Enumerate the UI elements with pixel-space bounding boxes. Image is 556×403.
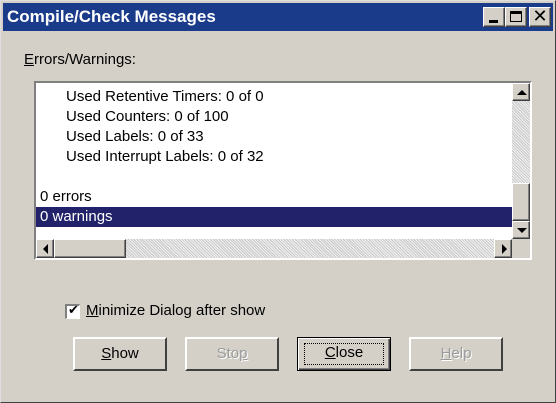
horizontal-scrollbar[interactable] — [36, 239, 512, 258]
arrow-left-icon — [43, 244, 48, 254]
close-button[interactable]: Close — [297, 337, 391, 371]
minimize-icon — [489, 20, 498, 23]
maximize-button[interactable] — [505, 7, 527, 27]
vertical-scrollbar[interactable] — [512, 83, 530, 239]
checkmark-icon: ✔ — [68, 303, 79, 318]
arrow-down-icon — [517, 228, 527, 233]
scroll-right-button[interactable] — [494, 239, 512, 258]
list-item-warnings-selected[interactable]: 0 warnings — [36, 207, 514, 227]
vertical-scroll-thumb[interactable] — [512, 183, 530, 221]
title-bar[interactable]: Compile/Check Messages ✕ — [3, 3, 553, 31]
show-button[interactable]: Show — [73, 337, 167, 371]
scroll-up-button[interactable] — [512, 83, 530, 101]
close-window-button[interactable]: ✕ — [529, 7, 551, 27]
messages-lines: Used Retentive Timers: 0 of 0 Used Count… — [36, 87, 514, 227]
maximize-icon — [510, 11, 522, 22]
horizontal-scroll-thumb[interactable] — [54, 239, 126, 258]
minimize-checkbox[interactable]: ✔ — [65, 303, 80, 319]
list-item[interactable]: Used Labels: 0 of 33 — [36, 127, 514, 147]
arrow-up-icon — [517, 90, 527, 95]
minimize-button[interactable] — [483, 7, 505, 27]
list-item[interactable]: Used Interrupt Labels: 0 of 32 — [36, 147, 514, 167]
scrollbar-corner — [512, 239, 530, 258]
help-button[interactable]: Help — [409, 337, 503, 371]
arrow-right-icon — [502, 244, 507, 254]
list-item[interactable]: Used Counters: 0 of 100 — [36, 107, 514, 127]
messages-list[interactable]: Used Retentive Timers: 0 of 0 Used Count… — [34, 81, 532, 260]
stop-button[interactable]: Stop — [185, 337, 279, 371]
errors-warnings-label: Errors/Warnings: — [24, 51, 136, 68]
list-item-errors[interactable]: 0 errors — [36, 187, 514, 207]
compile-check-dialog: Compile/Check Messages ✕ Errors/Warnings… — [0, 0, 556, 403]
close-icon: ✕ — [532, 6, 548, 27]
minimize-checkbox-label[interactable]: Minimize Dialog after show — [86, 302, 265, 319]
list-item[interactable]: Used Retentive Timers: 0 of 0 — [36, 87, 514, 107]
scroll-left-button[interactable] — [36, 239, 54, 258]
list-item-blank[interactable] — [36, 167, 514, 187]
window-title: Compile/Check Messages — [7, 7, 216, 26]
scroll-down-button[interactable] — [512, 221, 530, 239]
